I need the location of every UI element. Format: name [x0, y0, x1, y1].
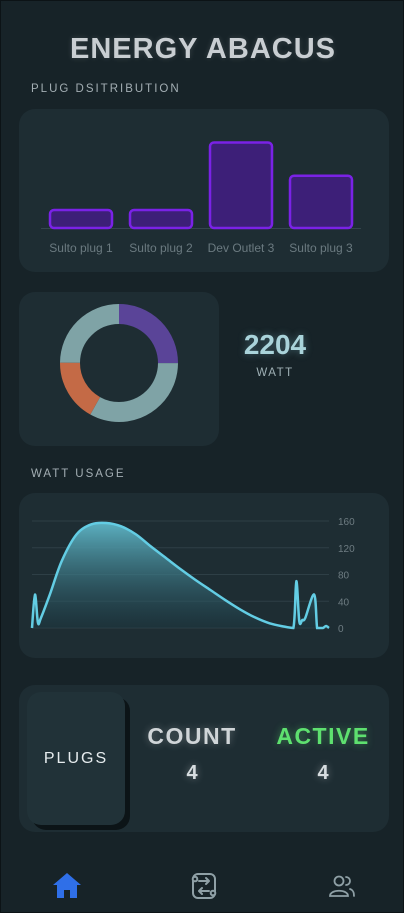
bar: [208, 141, 274, 230]
count-value: 4: [186, 762, 198, 784]
bar: [288, 174, 354, 230]
total-watt-unit: WATT: [256, 367, 294, 379]
y-tick-label: 160: [338, 517, 355, 528]
y-tick-label: 120: [338, 544, 355, 555]
bar-label: Sulto plug 3: [289, 241, 353, 255]
home-icon: [53, 873, 81, 898]
plugs-summary-card: PLUGS COUNT 4 ACTIVE 4: [19, 685, 389, 832]
nav-sync[interactable]: [188, 871, 220, 901]
distribution-donut-card: [19, 292, 219, 446]
y-tick-label: 80: [338, 571, 350, 582]
nav-users[interactable]: [326, 871, 358, 901]
plug-distribution-chart: Sulto plug 1 Sulto plug 2 Dev Outlet 3 Sult…: [41, 141, 361, 255]
plug-distribution-label: PLUG DSITRIBUTION: [31, 83, 181, 95]
bar-label: Sulto plug 1: [49, 241, 113, 255]
watt-usage-chart: 0 40 80 120 160: [30, 517, 355, 635]
active-label: ACTIVE: [276, 723, 370, 749]
y-tick-label: 0: [338, 624, 344, 635]
watt-area-fill: [32, 522, 329, 628]
count-label: COUNT: [147, 723, 237, 749]
sync-icon: [191, 873, 217, 899]
plug-distribution-chart-card: Sulto plug 1 Sulto plug 2 Dev Outlet 3 Sult…: [19, 109, 389, 272]
bottom-navigation: [1, 859, 403, 913]
y-tick-label: 40: [338, 597, 350, 608]
watt-usage-label: WATT USAGE: [31, 468, 126, 480]
bar: [128, 208, 194, 230]
bar: [48, 208, 114, 230]
distribution-donut-chart: [60, 304, 178, 422]
watt-usage-chart-card: 0 40 80 120 160: [19, 493, 389, 658]
bar-label: Sulto plug 2: [129, 241, 193, 255]
bar-label: Dev Outlet 3: [208, 241, 275, 255]
app-title: ENERGY ABACUS: [70, 33, 336, 65]
nav-home[interactable]: [51, 871, 83, 901]
total-watt-value: 2204: [243, 329, 307, 360]
users-icon: [329, 875, 355, 897]
plugs-button[interactable]: PLUGS: [27, 692, 125, 825]
active-value: 4: [317, 762, 329, 784]
